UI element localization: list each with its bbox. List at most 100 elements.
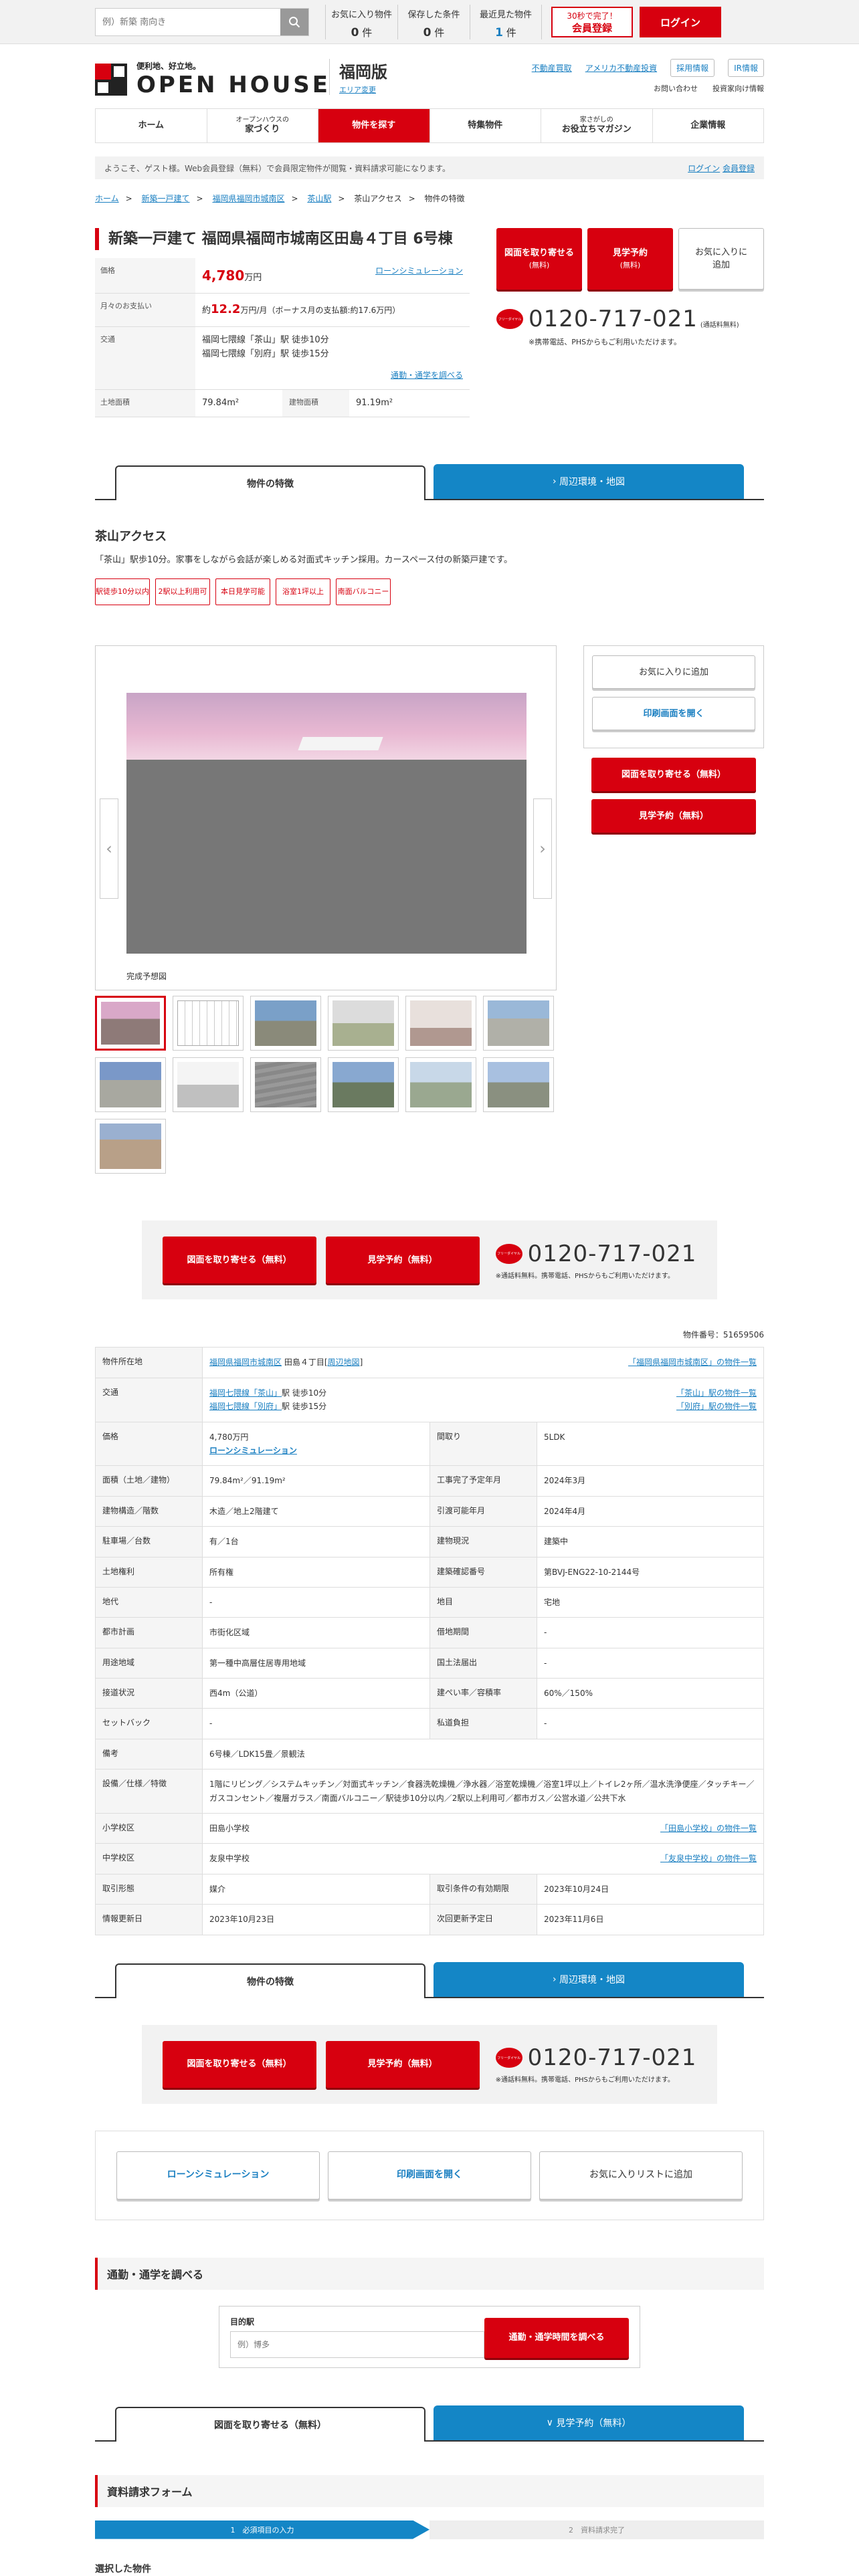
saved-conditions-counter[interactable]: 保存した条件 0 件 [397, 5, 470, 39]
search-input[interactable] [96, 9, 280, 35]
station-list-link[interactable]: 「別府」駅の物件一覧 [676, 1402, 757, 1411]
step-input: 1 必須項目の入力 [95, 2520, 430, 2539]
visit-reservation-button[interactable]: 見学予約 (無料) [587, 228, 673, 290]
welcome-login-link[interactable]: ログイン [688, 164, 720, 173]
request-docs-button[interactable]: 図面を取り寄せる (無料) [496, 228, 582, 290]
destination-label: 目的駅 [230, 2317, 255, 2327]
cta-visit-button[interactable]: 見学予約 （無料） [325, 2040, 480, 2088]
tel-number[interactable]: 0120-717-021 [528, 2044, 697, 2071]
row-label: 借地期間 [430, 1617, 537, 1648]
header-link-ir[interactable]: IR情報 [728, 59, 764, 77]
header-link-recruit[interactable]: 採用情報 [670, 59, 715, 77]
tab-surroundings[interactable]: › 周辺環境・地図 [434, 1961, 744, 1997]
thumbnail[interactable] [405, 996, 476, 1051]
commute-link[interactable]: 通勤・通学を調べる [391, 370, 463, 380]
row-value: 6号棟／LDK15畳／景観法 [202, 1738, 764, 1770]
tab-features[interactable]: 物件の特徴 [115, 1963, 425, 1998]
area-selector: 福岡版 エリア変更 [329, 59, 387, 95]
destination-input[interactable] [230, 2331, 484, 2358]
header-link-us-investment[interactable]: アメリカ不動産投資 [585, 62, 657, 74]
print-button[interactable]: 印刷画面を開く [328, 2151, 531, 2199]
cta-request-docs-button[interactable]: 図面を取り寄せる （無料） [162, 2040, 316, 2088]
tel-number[interactable]: 0120-717-021 [529, 306, 698, 332]
nav-magazine[interactable]: 家さがしの お役立ちマガジン [541, 109, 653, 142]
nav-company[interactable]: 企業情報 [653, 109, 764, 142]
tab-visit[interactable]: ∨ 見学予約（無料） [434, 2405, 744, 2440]
search-button[interactable] [280, 9, 308, 35]
table-row: 交通 福岡七隈線「茶山」駅 徒歩10分 福岡七隈線「別府」駅 徒歩15分 「茶山… [95, 1377, 764, 1422]
prev-photo-button[interactable]: ‹ [100, 798, 118, 899]
row-label: セットバック [95, 1708, 203, 1739]
thumbnail[interactable] [173, 1057, 244, 1113]
thumbnail[interactable] [250, 996, 321, 1051]
line-link[interactable]: 福岡七隈線 [209, 1402, 250, 1411]
tab-surroundings[interactable]: › 周辺環境・地図 [434, 464, 744, 500]
row-value: 2023年11月6日 [537, 1904, 764, 1935]
commute-search-button[interactable]: 通勤・通学時間を調べる [484, 2317, 629, 2358]
header-link-investor[interactable]: 投資家向け情報 [712, 83, 764, 94]
breadcrumb-item[interactable]: 茶山駅 [307, 194, 331, 203]
price-unit: 万円 [244, 273, 262, 283]
site-logo[interactable]: 便利地、好立地。 OPEN HOUSE [95, 60, 330, 98]
tab-features[interactable]: 物件の特徴 [115, 465, 425, 501]
thumbnail[interactable] [173, 996, 244, 1051]
feature-tags: 駅徒歩10分以内 2駅以上利用可 本日見学可能 浴室1坪以上 南面バルコニー [95, 578, 764, 606]
commute-section: 通勤・通学を調べる 目的駅 通勤・通学時間を調べる [95, 2257, 764, 2368]
thumbnail[interactable] [483, 996, 554, 1051]
breadcrumb-item[interactable]: 福岡県福岡市城南区 [212, 194, 284, 203]
add-favorite-list-button[interactable]: お気に入りリストに追加 [539, 2151, 743, 2199]
login-button[interactable]: ログイン [640, 7, 721, 37]
nav-home[interactable]: ホーム [95, 109, 207, 142]
side-add-favorite-button[interactable]: お気に入りに追加 [592, 655, 755, 689]
add-favorite-button[interactable]: お気に入りに追加 [678, 228, 764, 290]
location-link[interactable]: 福岡県福岡市城南区 [209, 1358, 282, 1367]
loan-sim-link[interactable]: ローンシミュレーション [209, 1446, 297, 1455]
side-visit-button[interactable]: 見学予約（無料） [591, 799, 756, 833]
area-change-link[interactable]: エリア変更 [339, 86, 376, 94]
table-row: 用途地域 第一種中高層住居専用地域 国土法届出 - [95, 1647, 764, 1679]
row-label: 私道負担 [430, 1708, 537, 1739]
breadcrumb-item[interactable]: ホーム [95, 194, 119, 203]
station-link[interactable]: 「別府」 [250, 1402, 282, 1411]
thumbnail[interactable] [95, 996, 166, 1051]
breadcrumb-item[interactable]: 新築一戸建て [142, 194, 190, 203]
traffic-line: 福岡七隈線「別府」駅 徒歩15分 [202, 348, 329, 359]
station-list-link[interactable]: 「茶山」駅の物件一覧 [676, 1388, 757, 1398]
thumbnail[interactable] [250, 1057, 321, 1113]
side-request-docs-button[interactable]: 図面を取り寄せる（無料） [591, 758, 756, 792]
cta-visit-button[interactable]: 見学予約 （無料） [325, 1237, 480, 1284]
nav-house-building[interactable]: オープンハウスの 家づくり [207, 109, 318, 142]
loan-sim-button[interactable]: ローンシミュレーション [116, 2151, 320, 2199]
thumbnail[interactable] [328, 1057, 399, 1113]
thumbnail[interactable] [95, 1057, 166, 1113]
tab-label: 周辺環境・地図 [559, 1974, 626, 1985]
cta-request-docs-button[interactable]: 図面を取り寄せる図面を取り寄せる（無料）（無料） [162, 1237, 316, 1284]
tab-request-docs[interactable]: 図面を取り寄せる（無料） [115, 2406, 425, 2442]
station-link[interactable]: 「茶山」 [250, 1388, 282, 1398]
loan-sim-link[interactable]: ローンシミュレーション [375, 265, 463, 286]
counter-value: 0 [351, 26, 359, 39]
thumbnail[interactable] [405, 1057, 476, 1113]
counter-value: 1 [495, 26, 504, 39]
row-value: 2024年3月 [537, 1465, 764, 1497]
favorites-counter[interactable]: お気に入り物件 0 件 [325, 5, 397, 39]
nav-search-property[interactable]: 物件を探す [318, 109, 430, 142]
thumbnail[interactable] [328, 996, 399, 1051]
nav-featured[interactable]: 特集物件 [430, 109, 541, 142]
location-map-link[interactable]: 周辺地図 [328, 1358, 360, 1367]
row-value: - [202, 1708, 430, 1739]
side-print-button[interactable]: 印刷画面を開く [592, 697, 755, 731]
line-link[interactable]: 福岡七隈線 [209, 1388, 250, 1398]
next-photo-button[interactable]: › [533, 798, 552, 899]
school-list-link[interactable]: 「友泉中学校」の物件一覧 [660, 1852, 757, 1865]
header-link-contact[interactable]: お問い合わせ [654, 83, 698, 94]
thumbnail[interactable] [483, 1057, 554, 1113]
thumbnail[interactable] [95, 1119, 166, 1174]
tel-number[interactable]: 0120-717-021 [528, 1241, 697, 1267]
welcome-register-link[interactable]: 会員登録 [723, 164, 755, 173]
header-link-buyout[interactable]: 不動産買取 [532, 62, 572, 74]
recent-viewed-counter[interactable]: 最近見た物件 1 件 [470, 5, 542, 39]
member-register-button[interactable]: 30秒で完了！ 会員登録 [551, 7, 633, 37]
school-list-link[interactable]: 「田島小学校」の物件一覧 [660, 1822, 757, 1835]
location-list-link[interactable]: 「福岡県福岡市城南区」の物件一覧 [628, 1356, 757, 1369]
